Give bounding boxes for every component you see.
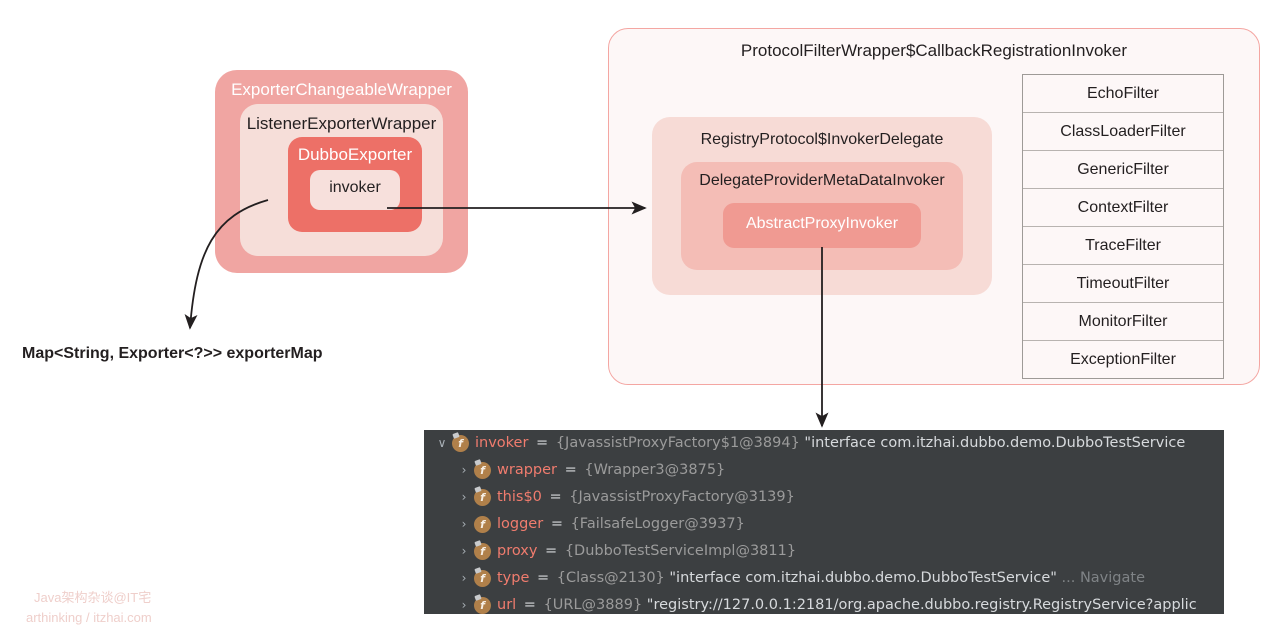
navigate-link: ... Navigate — [1061, 570, 1145, 586]
listener-exporter-wrapper-box: ListenerExporterWrapper DubboExporter in… — [240, 104, 443, 256]
field-reference: {JavassistProxyFactory@3139} — [569, 489, 795, 505]
equals-sign: = — [564, 462, 577, 478]
field-reference: {URL@3889} — [543, 597, 643, 613]
protocol-filter-wrapper-title: ProtocolFilterWrapper$CallbackRegistrati… — [740, 41, 1128, 60]
equals-sign: = — [537, 570, 550, 586]
equals-sign: = — [550, 516, 563, 532]
invoker-field-box: invoker — [310, 170, 400, 210]
filter-item: ClassLoaderFilter — [1023, 113, 1223, 151]
filter-list: EchoFilter ClassLoaderFilter GenericFilter… — [1022, 74, 1224, 379]
field-string-value: "interface com.itzhai.dubbo.demo.DubboTe… — [804, 435, 1186, 451]
registry-protocol-invoker-delegate-box: RegistryProtocol$InvokerDelegate Delegat… — [652, 117, 992, 295]
chevron-right-icon[interactable]: › — [454, 484, 474, 511]
diagram-canvas: ExporterChangeableWrapper ListenerExport… — [0, 0, 1280, 634]
filter-item: MonitorFilter — [1023, 303, 1223, 341]
dubbo-exporter-label: DubboExporter — [297, 145, 413, 164]
field-reference: {Wrapper3@3875} — [584, 462, 726, 478]
exporter-map-label: Map<String, Exporter<?>> exporterMap — [22, 345, 323, 362]
exporter-changeable-wrapper-box: ExporterChangeableWrapper ListenerExport… — [215, 70, 468, 273]
field-icon: f — [474, 462, 491, 479]
invoker-field-label: invoker — [329, 179, 381, 196]
listener-exporter-wrapper-label: ListenerExporterWrapper — [246, 114, 437, 133]
chevron-right-icon[interactable]: › — [454, 538, 474, 565]
field-icon: f — [452, 435, 469, 452]
registry-protocol-invoker-delegate-label: RegistryProtocol$InvokerDelegate — [700, 131, 944, 148]
field-string-value: "registry://127.0.0.1:2181/org.apache.du… — [646, 597, 1197, 613]
watermark-line-1: Java架构杂谈@IT宅 — [34, 590, 152, 605]
field-icon: f — [474, 597, 491, 614]
equals-sign: = — [536, 435, 549, 451]
exporter-changeable-wrapper-label: ExporterChangeableWrapper — [231, 80, 452, 99]
filter-item: ContextFilter — [1023, 189, 1223, 227]
filter-item: TimeoutFilter — [1023, 265, 1223, 303]
field-icon: f — [474, 489, 491, 506]
debugger-row[interactable]: › f wrapper = {Wrapper3@3875} — [424, 457, 1224, 484]
debugger-row[interactable]: › f this$0 = {JavassistProxyFactory@3139} — [424, 484, 1224, 511]
field-name: this$0 — [497, 489, 542, 505]
field-name: invoker — [475, 435, 529, 451]
chevron-right-icon[interactable]: › — [454, 457, 474, 484]
chevron-down-icon[interactable]: ∨ — [432, 430, 452, 457]
field-string-value: "interface com.itzhai.dubbo.demo.DubboTe… — [669, 570, 1057, 586]
chevron-right-icon[interactable]: › — [454, 565, 474, 592]
debugger-variables-panel[interactable]: ∨ f invoker = {JavassistProxyFactory$1@389… — [424, 430, 1224, 614]
watermark: Java架构杂谈@IT宅 arthinking / itzhai.com — [26, 588, 152, 628]
watermark-line-2: arthinking / itzhai.com — [26, 610, 152, 625]
abstract-proxy-invoker-label: AbstractProxyInvoker — [745, 215, 899, 232]
filter-item: TraceFilter — [1023, 227, 1223, 265]
equals-sign: = — [549, 489, 562, 505]
field-name: logger — [497, 516, 544, 532]
field-name: wrapper — [497, 462, 557, 478]
abstract-proxy-invoker-box: AbstractProxyInvoker — [723, 203, 921, 248]
debugger-row[interactable]: › f proxy = {DubboTestServiceImpl@3811} — [424, 538, 1224, 565]
field-reference: {JavassistProxyFactory$1@3894} — [555, 435, 800, 451]
delegate-provider-metadata-invoker-label: DelegateProviderMetaDataInvoker — [699, 172, 945, 189]
field-reference: {Class@2130} — [556, 570, 665, 586]
debugger-row[interactable]: ∨ f invoker = {JavassistProxyFactory$1@389… — [424, 430, 1224, 457]
debugger-row[interactable]: › f logger = {FailsafeLogger@3937} — [424, 511, 1224, 538]
equals-sign: = — [523, 597, 536, 613]
debugger-row[interactable]: › f url = {URL@3889} "registry://127.0.0.1… — [424, 592, 1224, 614]
field-reference: {FailsafeLogger@3937} — [570, 516, 745, 532]
chevron-right-icon[interactable]: › — [454, 511, 474, 538]
field-reference: {DubboTestServiceImpl@3811} — [564, 543, 797, 559]
dubbo-exporter-box: DubboExporter invoker — [288, 137, 422, 232]
filter-item: ExceptionFilter — [1070, 351, 1176, 368]
field-name: type — [497, 570, 530, 586]
field-icon: f — [474, 516, 491, 533]
field-name: url — [497, 597, 517, 613]
debugger-row[interactable]: › f type = {Class@2130} "interface com.itz… — [424, 565, 1224, 592]
field-icon: f — [474, 570, 491, 587]
filter-item: GenericFilter — [1023, 151, 1223, 189]
filter-item: EchoFilter — [1023, 75, 1223, 113]
delegate-provider-metadata-invoker-box: DelegateProviderMetaDataInvoker Abstract… — [681, 162, 963, 270]
field-name: proxy — [497, 543, 538, 559]
chevron-right-icon[interactable]: › — [454, 592, 474, 614]
field-icon: f — [474, 543, 491, 560]
protocol-filter-wrapper-box: ProtocolFilterWrapper$CallbackRegistrati… — [608, 28, 1260, 385]
equals-sign: = — [545, 543, 558, 559]
